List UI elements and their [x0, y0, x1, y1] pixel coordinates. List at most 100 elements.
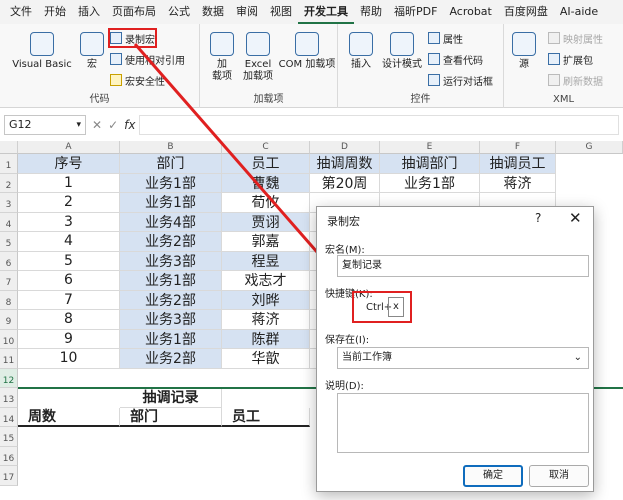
table-cell[interactable]: 业务1部 [120, 271, 222, 291]
macro-button[interactable]: 宏 [78, 32, 106, 71]
column-header[interactable]: B [120, 141, 222, 154]
table-cell[interactable]: 程昱 [222, 251, 310, 271]
table-cell[interactable]: 8 [18, 310, 120, 330]
table-cell[interactable]: 部门 [120, 154, 222, 174]
macro-name-input[interactable]: 复制记录 [337, 255, 589, 277]
table-cell[interactable]: 1 [18, 173, 120, 193]
row-header[interactable]: 1 [0, 154, 18, 174]
menu-item[interactable]: 审阅 [230, 0, 264, 24]
row-header[interactable]: 11 [0, 349, 18, 369]
table-cell[interactable]: 贾诩 [222, 212, 310, 232]
column-header[interactable]: E [380, 141, 480, 154]
name-box[interactable]: G12 ▾ [4, 115, 86, 135]
table-cell[interactable]: 9 [18, 329, 120, 349]
menu-item[interactable]: Acrobat [443, 0, 497, 24]
table-cell[interactable]: 第20周 [310, 173, 380, 193]
menu-item[interactable]: 公式 [162, 0, 196, 24]
map-properties-button[interactable]: 映射属性 [548, 30, 603, 46]
relative-ref-button[interactable]: 使用相对引用 [110, 51, 185, 67]
record-macro-button[interactable]: 录制宏 [108, 28, 157, 48]
table-cell[interactable]: 戏志才 [222, 271, 310, 291]
select-all-corner[interactable] [0, 141, 18, 154]
cancel-icon[interactable]: ✕ [92, 118, 108, 132]
column-header[interactable]: C [222, 141, 310, 154]
menu-item[interactable]: 数据 [196, 0, 230, 24]
table-cell[interactable]: 周数 [18, 407, 120, 427]
help-icon[interactable]: ? [535, 211, 541, 225]
menu-item[interactable]: 页面布局 [106, 0, 162, 24]
menu-item[interactable]: 插入 [72, 0, 106, 24]
table-cell[interactable]: 业务1部 [380, 173, 480, 193]
expansion-pack-button[interactable]: 扩展包 [548, 51, 593, 67]
row-header[interactable]: 9 [0, 310, 18, 330]
table-cell[interactable]: 抽调记录 [120, 388, 222, 408]
store-in-select[interactable]: 当前工作簿 ⌄ [337, 347, 589, 369]
row-header[interactable]: 8 [0, 290, 18, 310]
row-header[interactable]: 10 [0, 329, 18, 349]
menu-item[interactable]: AI-aide [554, 0, 604, 24]
menu-item[interactable]: 福昕PDF [388, 0, 443, 24]
xml-source-button[interactable]: 源 [512, 32, 536, 71]
table-cell[interactable]: 业务1部 [120, 329, 222, 349]
table-cell[interactable]: 郭嘉 [222, 232, 310, 252]
table-cell[interactable]: 5 [18, 251, 120, 271]
insert-control-button[interactable]: 插入 [346, 32, 376, 71]
table-cell[interactable]: 业务3部 [120, 310, 222, 330]
table-cell[interactable]: 2 [18, 193, 120, 213]
column-header[interactable]: A [18, 141, 120, 154]
column-header[interactable]: G [556, 141, 623, 154]
table-cell[interactable]: 3 [18, 212, 120, 232]
row-header[interactable]: 17 [0, 466, 18, 486]
row-header[interactable]: 4 [0, 212, 18, 232]
menu-item[interactable]: 视图 [264, 0, 298, 24]
table-cell[interactable]: 员工 [222, 154, 310, 174]
close-icon[interactable]: ✕ [569, 209, 582, 227]
row-header[interactable]: 14 [0, 407, 18, 427]
table-cell[interactable]: 业务2部 [120, 290, 222, 310]
visual-basic-button[interactable]: Visual Basic [12, 32, 72, 71]
table-cell[interactable]: 刘晔 [222, 290, 310, 310]
menu-item[interactable]: 帮助 [354, 0, 388, 24]
column-header[interactable]: F [480, 141, 556, 154]
table-cell[interactable]: 7 [18, 290, 120, 310]
refresh-data-button[interactable]: 刷新数据 [548, 72, 603, 88]
column-header[interactable]: D [310, 141, 380, 154]
table-cell[interactable]: 陈群 [222, 329, 310, 349]
table-cell[interactable]: 6 [18, 271, 120, 291]
table-cell[interactable]: 业务4部 [120, 212, 222, 232]
row-header[interactable]: 6 [0, 251, 18, 271]
table-cell[interactable]: 华歆 [222, 349, 310, 369]
table-cell[interactable]: 4 [18, 232, 120, 252]
row-header[interactable]: 5 [0, 232, 18, 252]
description-textarea[interactable] [337, 393, 589, 453]
addins-button[interactable]: 加 载项 [208, 32, 236, 83]
excel-addins-button[interactable]: Excel 加载项 [240, 32, 276, 83]
table-cell[interactable]: 抽调部门 [380, 154, 480, 174]
table-cell[interactable]: 序号 [18, 154, 120, 174]
table-cell[interactable]: 部门 [120, 407, 222, 427]
table-cell[interactable]: 业务1部 [120, 173, 222, 193]
row-header[interactable]: 15 [0, 427, 18, 447]
table-cell[interactable]: 抽调员工 [480, 154, 556, 174]
com-addins-button[interactable]: COM 加载项 [278, 32, 336, 71]
shortcut-key-input[interactable]: x [388, 297, 404, 317]
table-cell[interactable]: 10 [18, 349, 120, 369]
fx-icon[interactable]: fx [124, 118, 135, 132]
properties-button[interactable]: 属性 [428, 30, 463, 46]
cancel-button[interactable]: 取消 [529, 465, 589, 487]
row-header[interactable]: 3 [0, 193, 18, 213]
menu-item[interactable]: 百度网盘 [498, 0, 554, 24]
row-header[interactable]: 16 [0, 446, 18, 466]
chevron-down-icon[interactable]: ▾ [76, 116, 81, 134]
table-cell[interactable]: 业务1部 [120, 193, 222, 213]
row-header[interactable]: 13 [0, 388, 18, 408]
design-mode-button[interactable]: 设计模式 [380, 32, 424, 71]
table-cell[interactable]: 业务3部 [120, 251, 222, 271]
table-cell[interactable]: 荀攸 [222, 193, 310, 213]
formula-input[interactable] [139, 115, 619, 135]
table-cell[interactable]: 员工 [222, 407, 310, 427]
menu-item[interactable]: 文件 [4, 0, 38, 24]
row-header[interactable]: 7 [0, 271, 18, 291]
view-code-button[interactable]: 查看代码 [428, 51, 483, 67]
run-dialog-button[interactable]: 运行对话框 [428, 72, 493, 88]
